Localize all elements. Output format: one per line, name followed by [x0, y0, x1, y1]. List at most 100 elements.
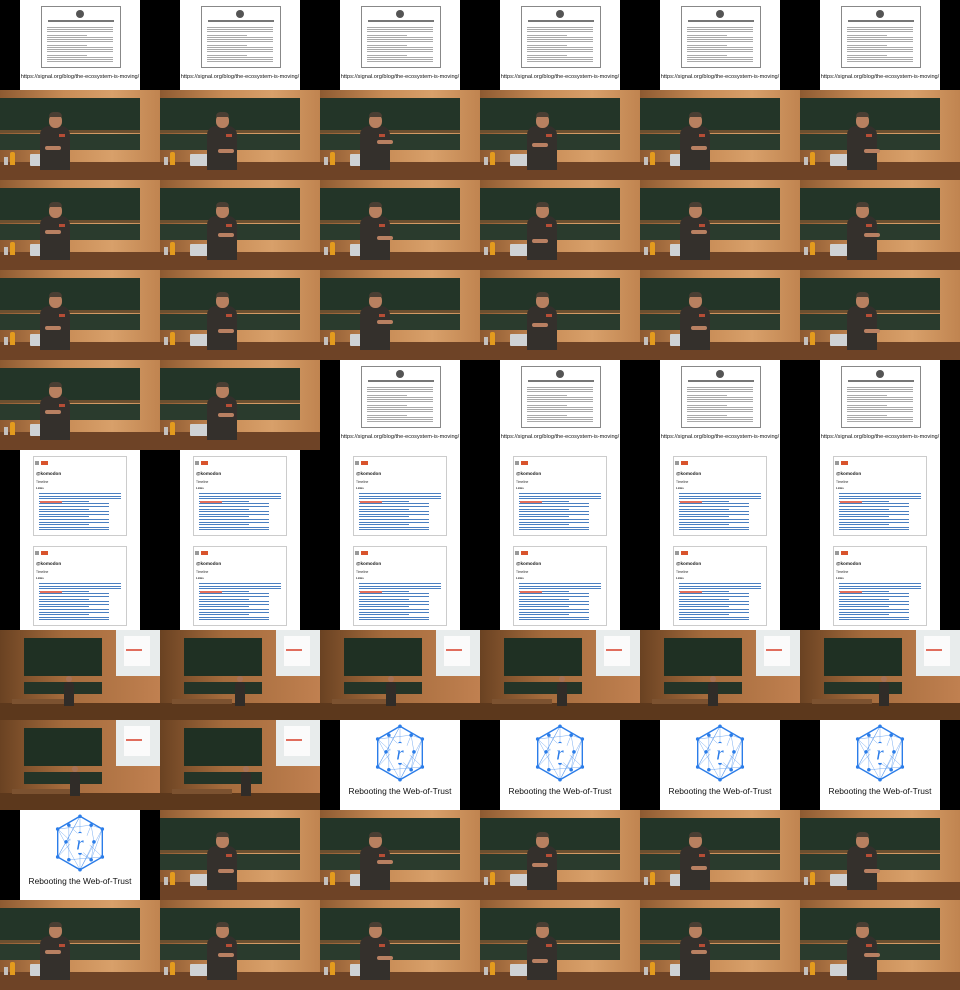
water-bottle — [804, 247, 808, 255]
lectern-desk — [480, 162, 640, 180]
water-bottle — [804, 967, 808, 975]
speaker-arm — [45, 950, 61, 954]
mastodon-link-line — [839, 585, 921, 587]
speaker-arm — [377, 140, 393, 144]
speaker-torso — [207, 216, 237, 260]
video-frame-speaker — [480, 900, 640, 990]
projected-document — [604, 636, 630, 666]
blog-text-line — [47, 51, 113, 52]
mastodon-link-line — [679, 508, 729, 510]
mastodon-link-line — [359, 603, 429, 605]
mastodon-badge-grey — [195, 551, 199, 555]
drink-bottle — [170, 872, 175, 885]
mastodon-highlighted-link — [40, 591, 62, 593]
mastodon-link-line — [199, 521, 269, 523]
speaker-cap — [216, 292, 229, 297]
video-frame-speaker — [160, 810, 320, 900]
mastodon-link-line — [839, 588, 921, 590]
blog-text-line — [687, 51, 753, 52]
water-bottle — [484, 247, 488, 255]
mastodon-slide-page: @komodon Timeline Links — [180, 540, 300, 630]
mastodon-link-line — [199, 513, 269, 515]
chalkboard — [24, 638, 102, 676]
blog-text-line — [847, 57, 913, 58]
blog-post-title — [688, 380, 754, 382]
chalkboard — [184, 728, 262, 766]
blog-text-line — [687, 399, 753, 400]
lectern-desk — [160, 432, 320, 450]
blog-text-line — [847, 417, 913, 418]
blog-text-line — [207, 27, 273, 28]
speaker-arm — [218, 233, 234, 237]
blog-post-title — [848, 380, 914, 382]
logo-slide-page: r Rebooting the Web-of-Trust — [660, 720, 780, 810]
drink-bottle — [490, 152, 495, 165]
mastodon-link-line — [519, 583, 601, 584]
mastodon-heading: @komodon — [836, 471, 862, 476]
blog-text-line — [687, 387, 753, 388]
chalkboard — [664, 638, 742, 676]
blog-text-line — [527, 49, 593, 50]
desk-top — [332, 699, 392, 704]
video-frame-mastodon: @komodon Timeline Links — [320, 450, 480, 540]
mastodon-subheading: Timeline — [36, 570, 49, 574]
video-frame-speaker — [480, 810, 640, 900]
mastodon-badge-grey — [195, 461, 199, 465]
video-frame-logo: r Rebooting the Web-of-Trust — [800, 720, 960, 810]
mastodon-link-line — [39, 529, 109, 531]
logo-caption: Rebooting the Web-of-Trust — [828, 786, 932, 796]
blog-post-title — [848, 20, 914, 22]
blog-text-line — [207, 29, 273, 30]
mastodon-link-line — [519, 601, 589, 603]
blog-text-line — [527, 37, 593, 38]
water-bottle — [4, 247, 8, 255]
chalkboard-lower — [664, 682, 742, 694]
mastodon-link-line — [359, 598, 409, 600]
mastodon-section: Links — [36, 576, 44, 580]
mastodon-link-line — [519, 606, 569, 608]
mastodon-link-line — [679, 611, 749, 613]
blog-text-line — [687, 37, 753, 38]
shirt-logo — [699, 944, 705, 947]
blog-text-line — [527, 47, 593, 48]
blog-post-title — [48, 20, 114, 22]
blog-text-line — [527, 421, 593, 422]
mastodon-link-line — [679, 495, 761, 497]
mastodon-link-line — [39, 498, 121, 500]
video-frame-mastodon: @komodon Timeline Links — [640, 540, 800, 630]
blog-text-line — [367, 31, 433, 32]
speaker-figure — [64, 682, 74, 706]
speaker-arm — [218, 329, 234, 333]
mastodon-link-line — [39, 493, 121, 494]
drink-bottle — [170, 332, 175, 345]
blog-post-title — [688, 20, 754, 22]
blog-document — [841, 6, 921, 68]
mastodon-link-line — [199, 601, 269, 603]
shirt-logo — [546, 944, 552, 947]
blog-text-line — [207, 59, 273, 60]
blog-document — [41, 6, 121, 68]
blog-post-title — [368, 20, 434, 22]
drink-bottle — [10, 242, 15, 255]
desk-top — [492, 699, 552, 704]
mastodon-link-line — [359, 609, 429, 610]
blog-text-line — [687, 41, 753, 42]
mastodon-link-line — [679, 606, 729, 608]
video-frame-speaker — [640, 900, 800, 990]
chalkboard — [640, 908, 780, 943]
mastodon-subheading: Timeline — [196, 480, 209, 484]
blog-text-line — [367, 49, 433, 50]
water-bottle — [644, 247, 648, 255]
mastodon-link-line — [199, 616, 269, 618]
mastodon-link-line — [839, 519, 909, 520]
speaker-torso — [847, 216, 877, 260]
mastodon-link-line — [839, 583, 921, 584]
mastodon-link-line — [519, 524, 569, 526]
drink-bottle — [490, 242, 495, 255]
blog-text-line — [207, 61, 273, 62]
blog-text-line — [847, 45, 887, 46]
mastodon-link-line — [199, 614, 249, 616]
water-bottle — [324, 967, 328, 975]
speaker-arm — [864, 233, 880, 237]
lectern-desk — [800, 252, 960, 270]
